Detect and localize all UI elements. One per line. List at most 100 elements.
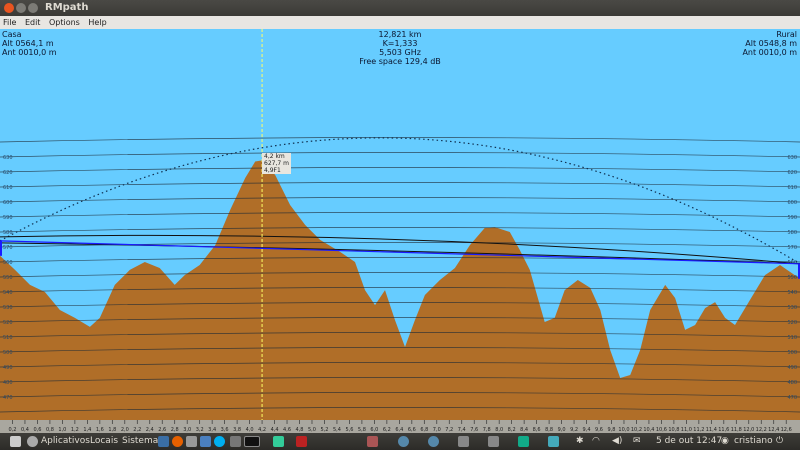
window-button-icon[interactable] bbox=[398, 436, 409, 447]
y-tick-label-left: 570 bbox=[3, 245, 13, 251]
window-button-icon[interactable] bbox=[428, 436, 439, 447]
system-menu[interactable]: Sistema bbox=[122, 436, 158, 446]
y-tick-label-left: 580 bbox=[3, 230, 13, 236]
y-tick-label-left: 530 bbox=[3, 305, 13, 311]
y-tick-label-left: 590 bbox=[3, 215, 13, 221]
elevation-gridline bbox=[0, 197, 800, 203]
y-tick-label-left: 510 bbox=[3, 335, 13, 341]
firefox-icon[interactable] bbox=[172, 436, 183, 447]
rmpath-window-icon[interactable] bbox=[518, 436, 529, 447]
y-tick-label-right: 530 bbox=[787, 305, 797, 311]
elevation-gridline bbox=[0, 152, 800, 158]
y-tick-label-right: 570 bbox=[787, 245, 797, 251]
menu-bar: File Edit Options Help bbox=[0, 16, 800, 29]
link-info: 12,821 km K=1,333 5,503 GHz Free space 1… bbox=[300, 30, 500, 66]
link-free-space-loss: Free space 129,4 dB bbox=[359, 57, 441, 66]
y-tick-label-right: 510 bbox=[787, 335, 797, 341]
y-tick-label-right: 470 bbox=[787, 395, 797, 401]
left-site-alt: Alt 0564,1 m bbox=[2, 39, 54, 48]
window-button-icon[interactable] bbox=[458, 436, 469, 447]
terrain-area bbox=[0, 160, 800, 420]
bluetooth-icon[interactable]: ✱ bbox=[576, 436, 584, 446]
link-distance: 12,821 km bbox=[378, 30, 422, 39]
elevation-gridline bbox=[0, 137, 800, 143]
y-tick-label-left: 480 bbox=[3, 380, 13, 386]
globe-icon[interactable] bbox=[158, 436, 169, 447]
maximize-window-button[interactable] bbox=[28, 3, 38, 13]
cursor-altitude: 627,7 m bbox=[264, 160, 289, 167]
y-tick-label-left: 610 bbox=[3, 185, 13, 191]
left-site-name: Casa bbox=[2, 30, 22, 39]
link-frequency: 5,503 GHz bbox=[379, 48, 421, 57]
wifi-icon[interactable]: ◠ bbox=[592, 436, 600, 446]
app-window-icon[interactable] bbox=[273, 436, 284, 447]
window-button-icon[interactable] bbox=[548, 436, 559, 447]
user-icon[interactable]: ◉ bbox=[721, 436, 729, 446]
y-tick-label-left: 560 bbox=[3, 260, 13, 266]
minimize-window-button[interactable] bbox=[16, 3, 26, 13]
y-tick-label-right: 630 bbox=[787, 155, 797, 161]
cursor-fresnel: 4,9F1 bbox=[264, 167, 281, 174]
elevation-gridline bbox=[0, 272, 800, 278]
y-tick-label-right: 520 bbox=[787, 320, 797, 326]
y-tick-label-left: 600 bbox=[3, 200, 13, 206]
right-site-alt: Alt 0548,8 m bbox=[745, 39, 797, 48]
cloud-icon[interactable] bbox=[200, 436, 211, 447]
profile-plot[interactable]: 630 630 620 620 610 610 600 600 590 590 580 580 570 5… bbox=[0, 29, 800, 433]
right-site-ant: Ant 0010,0 m bbox=[742, 48, 797, 57]
applications-menu[interactable]: Aplicativos bbox=[41, 436, 90, 446]
y-tick-label-right: 600 bbox=[787, 200, 797, 206]
terminal-icon[interactable] bbox=[244, 436, 260, 447]
taskbar: Aplicativos Locais Sistema ✱ ◠ ◀) ✉ 5 de… bbox=[0, 433, 800, 450]
y-tick-label-right: 610 bbox=[787, 185, 797, 191]
y-tick-label-right: 490 bbox=[787, 365, 797, 371]
y-tick-label-left: 470 bbox=[3, 395, 13, 401]
y-tick-label-left: 490 bbox=[3, 365, 13, 371]
left-site-info: Casa Alt 0564,1 m Ant 0010,0 m bbox=[2, 30, 57, 57]
y-tick-label-right: 590 bbox=[787, 215, 797, 221]
menu-help[interactable]: Help bbox=[88, 16, 106, 29]
y-tick-label-left: 500 bbox=[3, 350, 13, 356]
y-tick-label-left: 550 bbox=[3, 275, 13, 281]
red-app-icon[interactable] bbox=[296, 436, 307, 447]
elevation-gridline bbox=[0, 212, 800, 218]
y-tick-label-right: 620 bbox=[787, 170, 797, 176]
y-tick-label-right: 580 bbox=[787, 230, 797, 236]
ubuntu-logo-icon[interactable] bbox=[27, 436, 38, 447]
window-button-icon[interactable] bbox=[488, 436, 499, 447]
elevation-gridline bbox=[0, 227, 800, 233]
menu-options[interactable]: Options bbox=[49, 16, 80, 29]
left-site-ant: Ant 0010,0 m bbox=[2, 48, 57, 57]
y-tick-label-left: 620 bbox=[3, 170, 13, 176]
window-title: RMpath bbox=[45, 2, 89, 13]
user-name[interactable]: cristiano bbox=[734, 436, 773, 446]
skype-icon[interactable] bbox=[214, 436, 225, 447]
right-site-info: Rural Alt 0548,8 m Ant 0010,0 m bbox=[742, 30, 797, 57]
y-tick-label-right: 480 bbox=[787, 380, 797, 386]
right-site-name: Rural bbox=[776, 30, 797, 39]
y-tick-label-right: 540 bbox=[787, 290, 797, 296]
link-k-factor: K=1,333 bbox=[382, 39, 418, 48]
cursor-distance: 4,2 km bbox=[264, 153, 285, 160]
menu-edit[interactable]: Edit bbox=[25, 16, 41, 29]
window-button-icon[interactable] bbox=[367, 436, 378, 447]
power-icon[interactable]: ⏻ bbox=[776, 436, 783, 446]
volume-icon[interactable]: ◀) bbox=[612, 436, 622, 446]
y-tick-label-right: 500 bbox=[787, 350, 797, 356]
y-tick-label-left: 630 bbox=[3, 155, 13, 161]
y-tick-label-right: 550 bbox=[787, 275, 797, 281]
show-desktop-icon[interactable] bbox=[10, 436, 21, 447]
mail-icon[interactable]: ✉ bbox=[633, 436, 641, 446]
app-icon[interactable] bbox=[186, 436, 197, 447]
title-bar: RMpath bbox=[0, 0, 800, 16]
y-tick-label-left: 540 bbox=[3, 290, 13, 296]
cursor-label: 4,2 km 627,7 m 4,9F1 bbox=[262, 153, 291, 174]
elevation-gridline bbox=[0, 167, 800, 173]
y-tick-label-left: 520 bbox=[3, 320, 13, 326]
close-window-button[interactable] bbox=[4, 3, 14, 13]
places-menu[interactable]: Locais bbox=[90, 436, 118, 446]
clock[interactable]: 5 de out 12:47 bbox=[656, 436, 722, 446]
menu-file[interactable]: File bbox=[3, 16, 16, 29]
grid-icon[interactable] bbox=[230, 436, 241, 447]
line-of-sight bbox=[0, 240, 800, 265]
